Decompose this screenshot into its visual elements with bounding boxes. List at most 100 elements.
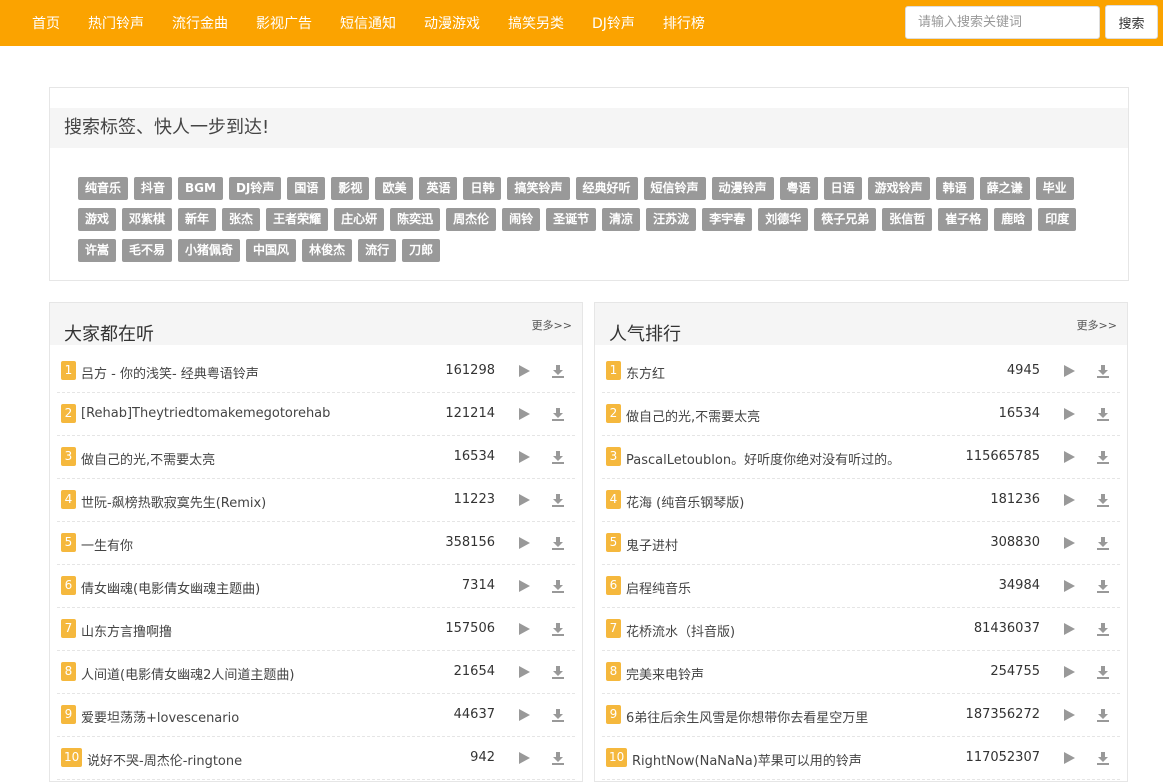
song-title[interactable]: 倩女幽魂(电影倩女幽魂主题曲) [81, 578, 260, 597]
song-title[interactable]: 东方红 [626, 363, 665, 382]
play-icon[interactable] [519, 580, 530, 592]
search-button[interactable]: 搜索 [1105, 5, 1158, 39]
play-icon[interactable] [1064, 580, 1075, 592]
nav-rankings[interactable]: 排行榜 [663, 13, 705, 33]
play-icon[interactable] [1064, 365, 1075, 377]
download-icon[interactable] [1096, 449, 1110, 464]
tag[interactable]: 林俊杰 [302, 239, 353, 262]
play-icon[interactable] [1064, 451, 1075, 463]
download-icon[interactable] [551, 363, 565, 378]
play-icon[interactable] [519, 666, 530, 678]
song-title[interactable]: RightNow(NaNaNa)苹果可以用的铃声 [632, 750, 862, 769]
nav-funny[interactable]: 搞笑另类 [508, 13, 564, 33]
tag[interactable]: 经典好听 [575, 177, 638, 200]
tag[interactable]: 毛不易 [122, 239, 173, 262]
tag[interactable]: 闹铃 [502, 208, 541, 231]
nav-film-ads[interactable]: 影视广告 [256, 13, 312, 33]
tag[interactable]: 张信哲 [882, 208, 933, 231]
nav-dj-ringtones[interactable]: DJ铃声 [592, 13, 635, 33]
download-icon[interactable] [551, 406, 565, 421]
play-icon[interactable] [1064, 752, 1075, 764]
download-icon[interactable] [1096, 492, 1110, 507]
tag[interactable]: 欧美 [375, 177, 414, 200]
tag[interactable]: BGM [178, 177, 223, 200]
tag[interactable]: 游戏 [78, 208, 117, 231]
tag[interactable]: 张杰 [222, 208, 261, 231]
song-title[interactable]: 说好不哭-周杰伦-ringtone [87, 750, 242, 769]
song-title[interactable]: 花海 (纯音乐钢琴版) [626, 492, 744, 511]
play-icon[interactable] [1064, 709, 1075, 721]
download-icon[interactable] [551, 707, 565, 722]
tag[interactable]: 庄心妍 [334, 208, 385, 231]
play-icon[interactable] [519, 451, 530, 463]
play-icon[interactable] [1064, 408, 1075, 420]
tag[interactable]: 英语 [419, 177, 458, 200]
play-icon[interactable] [519, 494, 530, 506]
play-icon[interactable] [1064, 666, 1075, 678]
download-icon[interactable] [1096, 621, 1110, 636]
tag[interactable]: 汪苏泷 [646, 208, 697, 231]
tag[interactable]: 周杰伦 [446, 208, 497, 231]
tag[interactable]: 清凉 [602, 208, 641, 231]
tag[interactable]: 短信铃声 [643, 177, 706, 200]
song-title[interactable]: 做自己的光,不需要太亮 [81, 449, 215, 468]
song-title[interactable]: 一生有你 [81, 535, 133, 554]
play-icon[interactable] [519, 365, 530, 377]
song-title[interactable]: 爱要坦荡荡+lovescenario [81, 707, 239, 726]
tag[interactable]: 流行 [358, 239, 397, 262]
tag[interactable]: 搞笑铃声 [507, 177, 570, 200]
tag[interactable]: 影视 [331, 177, 370, 200]
tag[interactable]: 崔子格 [938, 208, 989, 231]
tag[interactable]: 日韩 [463, 177, 502, 200]
download-icon[interactable] [551, 578, 565, 593]
download-icon[interactable] [1096, 578, 1110, 593]
play-icon[interactable] [1064, 623, 1075, 635]
tag[interactable]: 粤语 [779, 177, 818, 200]
play-icon[interactable] [519, 752, 530, 764]
play-icon[interactable] [519, 408, 530, 420]
tag[interactable]: 许嵩 [78, 239, 117, 262]
tag[interactable]: 动漫铃声 [711, 177, 774, 200]
song-title[interactable]: 山东方言撸啊撸 [81, 621, 172, 640]
nav-pop-songs[interactable]: 流行金曲 [172, 13, 228, 33]
tag[interactable]: 抖音 [134, 177, 173, 200]
download-icon[interactable] [551, 750, 565, 765]
song-title[interactable]: [Rehab]Theytriedtomakemegotorehab [81, 406, 330, 421]
play-icon[interactable] [519, 623, 530, 635]
search-input[interactable] [905, 6, 1100, 39]
nav-hot-ringtones[interactable]: 热门铃声 [88, 13, 144, 33]
song-title[interactable]: 做自己的光,不需要太亮 [626, 406, 760, 425]
nav-anime-games[interactable]: 动漫游戏 [424, 13, 480, 33]
tag[interactable]: 鹿晗 [994, 208, 1033, 231]
play-icon[interactable] [1064, 494, 1075, 506]
download-icon[interactable] [551, 621, 565, 636]
tag[interactable]: 邓紫棋 [122, 208, 173, 231]
download-icon[interactable] [1096, 664, 1110, 679]
song-title[interactable]: 启程纯音乐 [626, 578, 691, 597]
more-link[interactable]: 更多>> [532, 317, 572, 333]
tag[interactable]: 中国风 [246, 239, 297, 262]
tag[interactable]: DJ铃声 [228, 177, 282, 200]
tag[interactable]: 韩语 [935, 177, 974, 200]
download-icon[interactable] [1096, 707, 1110, 722]
play-icon[interactable] [519, 709, 530, 721]
tag[interactable]: 新年 [178, 208, 217, 231]
song-title[interactable]: 6弟往后余生风雪是你想带你去看星空万里 [626, 707, 868, 726]
download-icon[interactable] [551, 664, 565, 679]
download-icon[interactable] [1096, 406, 1110, 421]
download-icon[interactable] [1096, 750, 1110, 765]
tag[interactable]: 刘德华 [758, 208, 809, 231]
song-title[interactable]: 世阮-飙榜热歌寂寞先生(Remix) [81, 492, 266, 511]
tag[interactable]: 印度 [1038, 208, 1077, 231]
tag[interactable]: 游戏铃声 [867, 177, 930, 200]
more-link[interactable]: 更多>> [1077, 317, 1117, 333]
tag[interactable]: 国语 [287, 177, 326, 200]
nav-home[interactable]: 首页 [32, 13, 60, 33]
song-title[interactable]: 吕方 - 你的浅笑- 经典粤语铃声 [81, 363, 259, 382]
tag[interactable]: 筷子兄弟 [814, 208, 877, 231]
song-title[interactable]: 完美来电铃声 [626, 664, 704, 683]
download-icon[interactable] [551, 492, 565, 507]
song-title[interactable]: 花桥流水（抖音版) [626, 621, 735, 640]
tag[interactable]: 纯音乐 [78, 177, 129, 200]
tag[interactable]: 小猪佩奇 [178, 239, 241, 262]
